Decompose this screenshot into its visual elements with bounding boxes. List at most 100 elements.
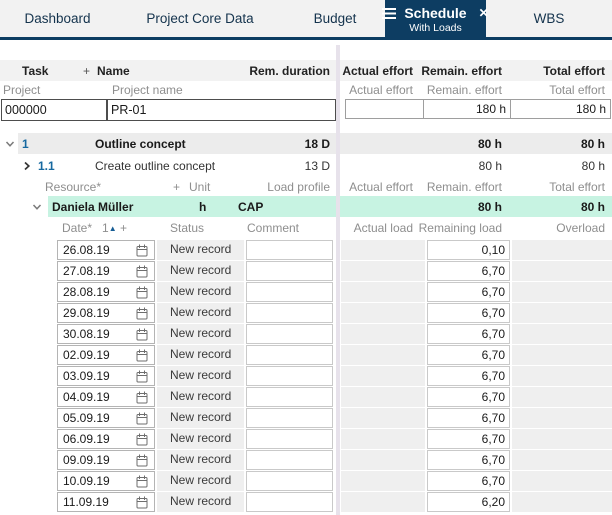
resource-remain-effort: 80 h: [478, 200, 502, 214]
date-cell[interactable]: 05.09.19: [57, 408, 155, 428]
tab-schedule[interactable]: Schedule ✕ With Loads: [385, 0, 486, 40]
comment-cell[interactable]: [246, 366, 333, 386]
date-cell[interactable]: 03.09.19: [57, 366, 155, 386]
remaining-load-cell[interactable]: 6,70: [427, 261, 510, 281]
table-header-row: Task + Name Rem. duration Actual effort …: [0, 60, 612, 81]
comment-cell[interactable]: [246, 303, 333, 323]
remaining-load-cell[interactable]: 6,70: [427, 345, 510, 365]
tab-wbs[interactable]: WBS: [486, 0, 612, 37]
project-id-input[interactable]: [1, 99, 107, 121]
comment-cell[interactable]: [246, 345, 333, 365]
comment-cell[interactable]: [246, 261, 333, 281]
load-row: 05.09.19 New record 6,70: [0, 408, 612, 429]
date-cell[interactable]: 09.09.19: [57, 450, 155, 470]
remaining-load-cell[interactable]: 6,70: [427, 450, 510, 470]
remaining-load-value: 6,70: [482, 453, 505, 467]
comment-cell[interactable]: [246, 429, 333, 449]
col-header-total-effort: Total effort: [543, 64, 605, 78]
col-header-total-effort: Total effort: [549, 83, 605, 97]
col-header-status: Status: [170, 221, 204, 235]
remaining-load-cell[interactable]: 0,10: [427, 240, 510, 260]
col-header-comment: Comment: [247, 221, 299, 235]
tab-label: WBS: [534, 11, 565, 26]
comment-cell[interactable]: [246, 492, 333, 512]
status-value: New record: [170, 452, 231, 466]
menu-icon[interactable]: [382, 8, 396, 19]
date-cell[interactable]: 28.08.19: [57, 282, 155, 302]
resource-load-profile: CAP: [238, 200, 263, 214]
date-cell[interactable]: 02.09.19: [57, 345, 155, 365]
comment-cell[interactable]: [246, 471, 333, 491]
app-window: Dashboard Project Core Data Budget Sched…: [0, 0, 612, 515]
date-cell[interactable]: 30.08.19: [57, 324, 155, 344]
load-row: 06.09.19 New record 6,70: [0, 429, 612, 450]
remaining-load-value: 0,10: [482, 243, 505, 257]
remaining-load-value: 6,70: [482, 411, 505, 425]
resource-row[interactable]: Daniela Müller h CAP 80 h 80 h: [0, 196, 612, 217]
remaining-load-value: 6,70: [482, 306, 505, 320]
remaining-load-cell[interactable]: 6,70: [427, 366, 510, 386]
status-value: New record: [170, 242, 231, 256]
load-row: 30.08.19 New record 6,70: [0, 324, 612, 345]
collapse-chevron-down-icon[interactable]: [5, 139, 15, 149]
load-row: 09.09.19 New record 6,70: [0, 450, 612, 471]
date-value: 10.09.19: [63, 474, 110, 488]
task-rem-duration: 18 D: [305, 137, 330, 151]
load-rows: 26.08.19 New record 0,10 27.08.19: [0, 240, 612, 513]
tab-dashboard[interactable]: Dashboard: [0, 0, 115, 37]
remaining-load-cell[interactable]: 6,70: [427, 282, 510, 302]
add-column-icon[interactable]: +: [83, 64, 90, 78]
sort-indicator[interactable]: 1▲ +: [102, 221, 127, 235]
date-cell[interactable]: 10.09.19: [57, 471, 155, 491]
collapse-chevron-down-icon[interactable]: [32, 202, 42, 212]
date-cell[interactable]: 29.08.19: [57, 303, 155, 323]
spacer: [0, 122, 612, 133]
column-group-divider: [336, 45, 340, 515]
status-cell: New record: [157, 492, 244, 512]
status-cell: New record: [157, 282, 244, 302]
remaining-load-cell[interactable]: 6,20: [427, 492, 510, 512]
actual-load-cell: [341, 387, 425, 407]
comment-cell[interactable]: [246, 408, 333, 428]
sort-asc-icon: ▲: [109, 224, 117, 233]
remaining-load-cell[interactable]: 6,70: [427, 429, 510, 449]
status-value: New record: [170, 263, 231, 277]
comment-cell[interactable]: [246, 324, 333, 344]
add-column-icon[interactable]: +: [120, 221, 127, 235]
load-row: 29.08.19 New record 6,70: [0, 303, 612, 324]
project-remain-effort-cell: 180 h: [423, 99, 511, 119]
task-rem-duration: 13 D: [305, 159, 330, 173]
date-value: 09.09.19: [63, 453, 110, 467]
expand-chevron-right-icon[interactable]: [22, 161, 32, 171]
col-header-load-profile: Load profile: [267, 180, 330, 194]
comment-cell[interactable]: [246, 240, 333, 260]
task-row-1[interactable]: 1 Outline concept 18 D 80 h 80 h: [0, 133, 612, 154]
date-cell[interactable]: 11.09.19: [57, 492, 155, 512]
date-cell[interactable]: 27.08.19: [57, 261, 155, 281]
date-cell[interactable]: 26.08.19: [57, 240, 155, 260]
col-header-remaining-load: Remaining load: [419, 221, 502, 235]
col-header-resource: Resource*: [45, 180, 101, 194]
tab-project-core-data[interactable]: Project Core Data: [115, 0, 285, 37]
load-row: 10.09.19 New record 6,70: [0, 471, 612, 492]
status-cell: New record: [157, 366, 244, 386]
task-row-1-1[interactable]: 1.1 Create outline concept 13 D 80 h 80 …: [0, 155, 612, 176]
status-cell: New record: [157, 303, 244, 323]
calendar-icon[interactable]: [136, 496, 148, 515]
close-tab-icon[interactable]: ✕: [479, 6, 489, 20]
comment-cell[interactable]: [246, 282, 333, 302]
comment-cell[interactable]: [246, 450, 333, 470]
remaining-load-cell[interactable]: 6,70: [427, 387, 510, 407]
remaining-load-cell[interactable]: 6,70: [427, 303, 510, 323]
remaining-load-cell[interactable]: 6,70: [427, 408, 510, 428]
schedule-table: Task + Name Rem. duration Actual effort …: [0, 40, 612, 515]
remaining-load-cell[interactable]: 6,70: [427, 471, 510, 491]
remaining-load-value: 6,70: [482, 369, 505, 383]
remaining-load-cell[interactable]: 6,70: [427, 324, 510, 344]
add-column-icon[interactable]: +: [173, 180, 180, 194]
project-name-input[interactable]: [107, 99, 336, 121]
tab-budget[interactable]: Budget: [285, 0, 385, 37]
comment-cell[interactable]: [246, 387, 333, 407]
date-cell[interactable]: 04.09.19: [57, 387, 155, 407]
date-cell[interactable]: 06.09.19: [57, 429, 155, 449]
